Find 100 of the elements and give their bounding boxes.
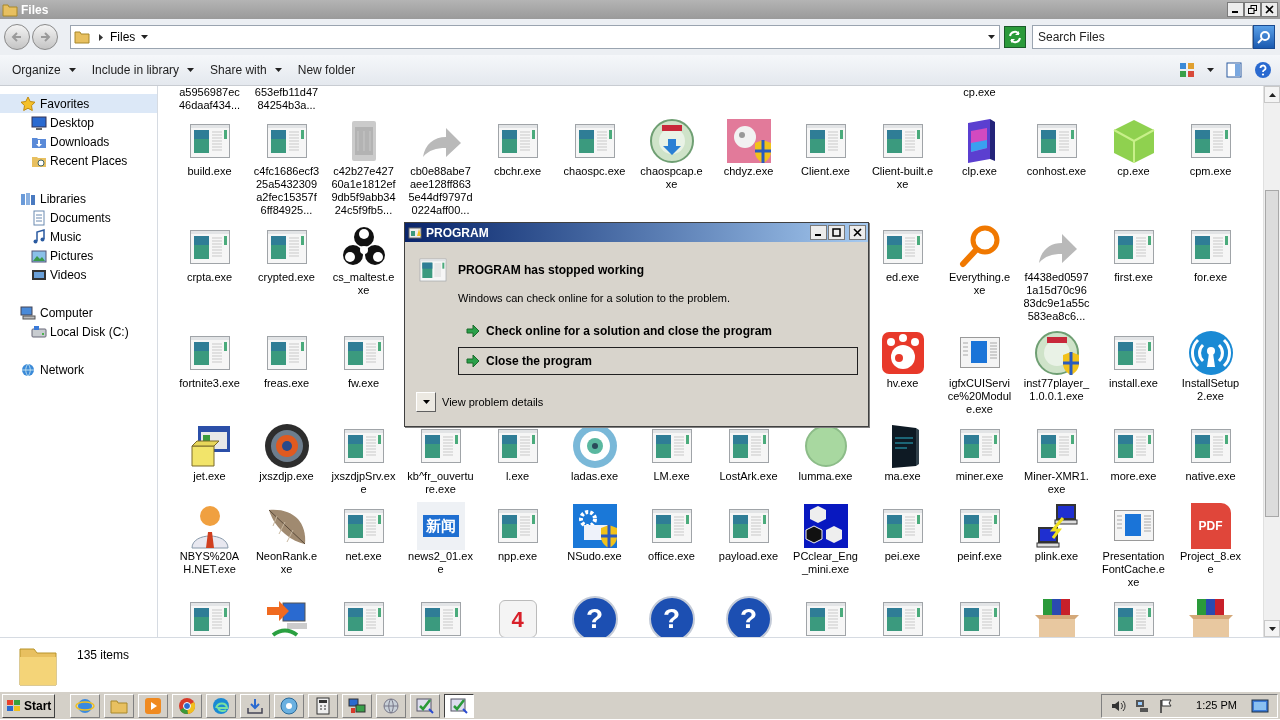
file-name[interactable]: NBYS%20AH.NET.exe	[176, 550, 243, 576]
wireless-icon[interactable]	[1186, 329, 1235, 377]
close-button[interactable]	[1261, 2, 1278, 17]
file-name[interactable]: PresentationFontCache.exe	[1100, 550, 1167, 589]
file-name[interactable]: freas.exe	[253, 377, 320, 390]
network-status-icon[interactable]	[1134, 697, 1151, 714]
file-name[interactable]: ma.exe	[869, 470, 936, 483]
file-name[interactable]: peinf.exe	[946, 550, 1013, 563]
show-desktop-icon[interactable]	[1251, 697, 1269, 714]
file-name[interactable]: jxszdjp.exe	[253, 470, 320, 483]
disc-icon[interactable]	[647, 117, 696, 165]
file-name[interactable]: install.exe	[1100, 377, 1167, 390]
file-name[interactable]: cbchr.exe	[484, 165, 551, 178]
option-button[interactable]: Close the program	[458, 347, 858, 375]
sidebar-item[interactable]: Computer	[0, 303, 157, 322]
file-name[interactable]: build.exe	[176, 165, 243, 178]
file-name[interactable]: cpm.exe	[1177, 165, 1244, 178]
file-name[interactable]: jxszdjpSrv.exe	[330, 470, 397, 496]
file-name[interactable]: NSudo.exe	[561, 550, 628, 563]
file-name[interactable]: Project_8.exe	[1177, 550, 1244, 576]
flag-icon[interactable]	[1158, 697, 1175, 714]
taskbar-button[interactable]	[444, 693, 475, 718]
help-button[interactable]	[1254, 61, 1272, 79]
sidebar-item[interactable]: Downloads	[0, 132, 157, 151]
file-name[interactable]: cs_maltest.exe	[330, 271, 397, 297]
search-field[interactable]: Search Files	[1032, 25, 1253, 49]
help-icon[interactable]: ?	[570, 595, 619, 637]
file-name[interactable]: cp.exe	[1100, 165, 1167, 178]
file-name[interactable]: miner.exe	[946, 470, 1013, 483]
file-name[interactable]: 653efb11d4784254b3a...	[253, 86, 320, 112]
sidebar-item[interactable]: Libraries	[0, 189, 157, 208]
forward-button[interactable]	[32, 24, 58, 50]
maximize-button[interactable]	[828, 225, 845, 240]
clock[interactable]: 1:25 PM	[1196, 697, 1237, 714]
file-name[interactable]: pei.exe	[869, 550, 936, 563]
sidebar-item[interactable]: Videos	[0, 265, 157, 284]
file-name[interactable]: for.exe	[1177, 271, 1244, 284]
toolbar-button[interactable]: New folder	[289, 58, 364, 82]
start-button[interactable]: Start	[2, 693, 56, 718]
file-name[interactable]: crypted.exe	[253, 271, 320, 284]
sidebar-item[interactable]: Documents	[0, 208, 157, 227]
file-name[interactable]: c42b27e42760a1e1812ef9db5f9abb3424c5f9fb5...	[330, 165, 397, 217]
file-name[interactable]: fortnite3.exe	[176, 377, 243, 390]
minimize-button[interactable]	[810, 225, 827, 240]
file-name[interactable]: a5956987ec46daaf434...	[176, 86, 243, 112]
file-name[interactable]: conhost.exe	[1023, 165, 1090, 178]
expand-button[interactable]	[416, 392, 436, 412]
help-icon[interactable]: ?	[647, 595, 696, 637]
help-icon[interactable]: ?	[724, 595, 773, 637]
sidebar-item[interactable]: Pictures	[0, 246, 157, 265]
file-name[interactable]: Client.exe	[792, 165, 859, 178]
file-name[interactable]: ladas.exe	[561, 470, 628, 483]
sidebar-item[interactable]: Network	[0, 360, 157, 379]
refresh-button[interactable]	[1004, 26, 1026, 48]
file-name[interactable]: news2_01.exe	[407, 550, 474, 576]
file-name[interactable]: f4438ed05971a15d70c9683dc9e1a55c583ea8c6...	[1023, 271, 1090, 323]
file-name[interactable]: plink.exe	[1023, 550, 1090, 563]
file-name[interactable]: chaospcap.exe	[638, 165, 705, 191]
view-button[interactable]	[1179, 62, 1214, 78]
option-button[interactable]: Check online for a solution and close the program	[458, 320, 858, 342]
file-name[interactable]: InstallSetup2.exe	[1177, 377, 1244, 403]
file-name[interactable]: LM.exe	[638, 470, 705, 483]
address-field[interactable]: Files	[70, 25, 1000, 49]
file-name[interactable]: l.exe	[484, 470, 551, 483]
disc-shield-icon[interactable]	[1032, 329, 1081, 377]
file-name[interactable]: LostArk.exe	[715, 470, 782, 483]
back-button[interactable]	[4, 24, 30, 50]
breadcrumb[interactable]: Files	[110, 28, 136, 46]
toolbar-button[interactable]: Organize	[4, 58, 84, 82]
file-name[interactable]: chaospc.exe	[561, 165, 628, 178]
file-name[interactable]: hv.exe	[869, 377, 936, 390]
file-name[interactable]: lumma.exe	[792, 470, 859, 483]
file-name[interactable]: fw.exe	[330, 377, 397, 390]
file-name[interactable]: jet.exe	[176, 470, 243, 483]
search-button[interactable]	[1253, 25, 1275, 49]
file-name[interactable]: clp.exe	[946, 165, 1013, 178]
file-name[interactable]: ed.exe	[869, 271, 936, 284]
file-name[interactable]: payload.exe	[715, 550, 782, 563]
file-name[interactable]: office.exe	[638, 550, 705, 563]
toolbar-button[interactable]: Share with	[202, 58, 290, 82]
file-name[interactable]: cp.exe	[946, 86, 1013, 99]
details-link[interactable]: View problem details	[442, 393, 544, 411]
sidebar-item[interactable]: Desktop	[0, 113, 157, 132]
minimize-button[interactable]	[1227, 2, 1244, 17]
file-name[interactable]: c4fc1686ecf325a5432309a2fec15357f6ff84925...	[253, 165, 320, 217]
file-name[interactable]: NeonRank.exe	[253, 550, 320, 576]
file-name[interactable]: chdyz.exe	[715, 165, 782, 178]
sidebar-item[interactable]: Favorites	[0, 94, 157, 113]
file-name[interactable]: crpta.exe	[176, 271, 243, 284]
preview-pane-button[interactable]	[1226, 62, 1242, 78]
cubes-icon[interactable]	[801, 502, 850, 550]
file-name[interactable]: more.exe	[1100, 470, 1167, 483]
news-icon[interactable]: 新闻	[416, 502, 465, 550]
file-name[interactable]: native.exe	[1177, 470, 1244, 483]
file-name[interactable]: inst77player_1.0.0.1.exe	[1023, 377, 1090, 403]
file-name[interactable]: Everything.exe	[946, 271, 1013, 297]
scrollbar[interactable]	[1263, 86, 1280, 637]
file-name[interactable]: igfxCUIService%20Module.exe	[946, 377, 1013, 416]
file-name[interactable]: Miner-XMR1.exe	[1023, 470, 1090, 496]
sidebar-item[interactable]: Local Disk (C:)	[0, 322, 157, 341]
